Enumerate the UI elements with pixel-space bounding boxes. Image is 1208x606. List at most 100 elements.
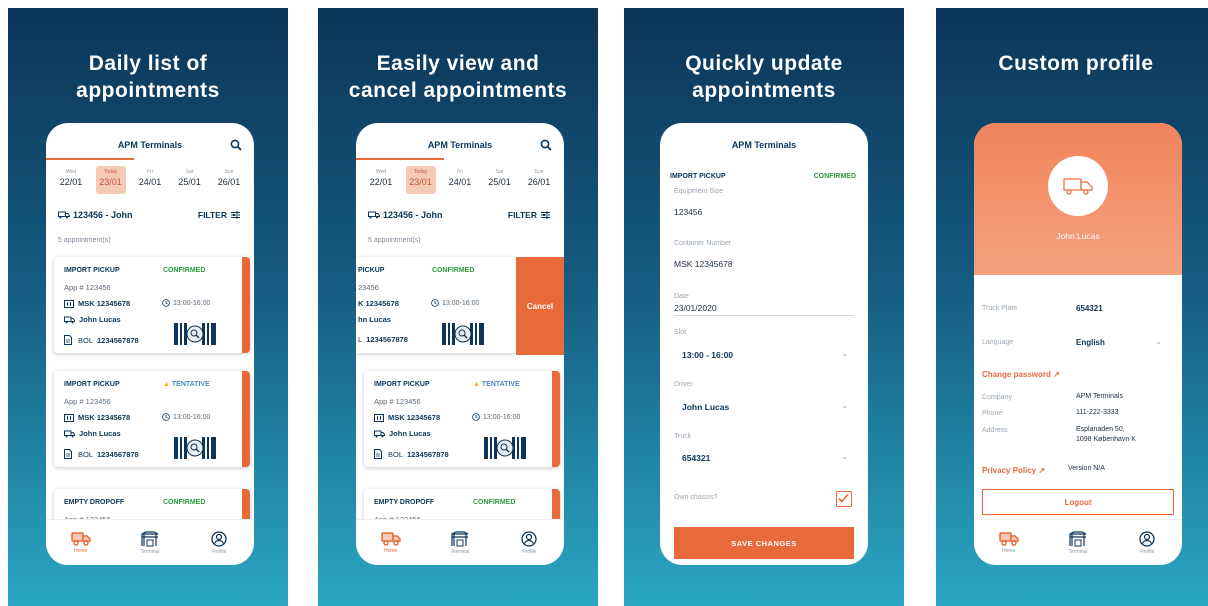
appointment-card[interactable]: IMPORT PICKUP ▲ TENTATIVE App # 123456 M… (364, 371, 560, 467)
nav-profile[interactable]: Profile (504, 530, 554, 555)
chevron-down-icon[interactable]: ⌄ (841, 349, 848, 358)
slot-select[interactable]: 13:00 - 16:00 (682, 350, 733, 360)
truck-icon (64, 316, 75, 323)
checkmark-icon (838, 493, 849, 503)
title-underline (46, 158, 134, 160)
day-item-today[interactable]: Today 23/01 (95, 166, 126, 194)
card-stripe (242, 371, 250, 467)
equipment-field[interactable]: 123456 (674, 207, 702, 217)
card-type: EMPTY DROPOFF (374, 499, 435, 506)
day-name: Wed (375, 169, 387, 175)
driver-selector[interactable]: 123456 - John (58, 210, 133, 220)
avatar (1048, 156, 1108, 216)
nav-terminal[interactable]: Terminal (435, 530, 485, 555)
bottom-nav: Home Terminal Profile (46, 519, 254, 565)
screenshot-collage: Daily list of appointments APM Terminals… (0, 0, 1208, 606)
truck-select[interactable]: 654321 (682, 453, 710, 463)
barcode-scan-icon[interactable] (442, 323, 484, 345)
crane-icon (451, 530, 469, 546)
day-item[interactable]: Sat 25/01 (485, 166, 515, 194)
day-item[interactable]: Fri 24/01 (135, 166, 165, 194)
headline-line: cancel appointments (348, 79, 568, 102)
truck-icon (1063, 178, 1093, 195)
day-name: Fri (457, 169, 463, 175)
chassis-checkbox[interactable] (836, 491, 852, 507)
save-changes-button[interactable]: SAVE CHANGES (674, 527, 854, 559)
external-link-icon: ↗ (1053, 370, 1060, 379)
search-icon[interactable] (230, 139, 242, 151)
nav-terminal[interactable]: Terminal (125, 530, 175, 555)
profile-icon (1139, 530, 1155, 547)
nav-label: Home (73, 548, 88, 554)
barcode-scan-icon[interactable] (174, 323, 216, 345)
day-date: 24/01 (138, 177, 162, 187)
profile-icon (521, 530, 537, 547)
time-slot: 13:00-16:00 (472, 413, 520, 421)
barcode-scan-icon[interactable] (484, 437, 526, 459)
date-field[interactable]: 23/01/2020 (674, 303, 717, 313)
chevron-down-icon[interactable]: ⌄ (841, 401, 848, 410)
day-date: 26/01 (527, 177, 551, 187)
appointment-card[interactable]: IMPORT PICKUP CONFIRMED App # 123456 MSK… (54, 257, 250, 353)
filter-button[interactable]: FILTER (508, 210, 550, 220)
nav-label: Home (383, 548, 398, 554)
barcode-scan-icon[interactable] (174, 437, 216, 459)
day-item[interactable]: Sun 26/01 (214, 166, 244, 194)
crane-icon (1069, 530, 1087, 546)
search-icon[interactable] (540, 139, 552, 151)
nav-profile[interactable]: Profile (1122, 530, 1172, 555)
appointment-count: 5 appointment(s) (368, 237, 421, 244)
appointment-card-swiped[interactable]: PICKUP CONFIRMED 23456 K 12345678 13:00-… (356, 257, 516, 353)
day-date: 23/01 (409, 177, 432, 187)
app-title: APM Terminals (117, 140, 183, 150)
bol-number: 1234567878 (97, 449, 139, 459)
day-date: 22/01 (369, 177, 393, 187)
truck-icon (368, 211, 380, 219)
change-password-link[interactable]: Change password ↗ (982, 370, 1060, 379)
day-item[interactable]: Sun 26/01 (524, 166, 554, 194)
truck-plate-label: Truck Plate (982, 305, 1018, 312)
chevron-down-icon[interactable]: ⌄ (1155, 337, 1162, 346)
nav-label: Terminal (1068, 548, 1088, 555)
language-select[interactable]: English (1076, 338, 1105, 347)
filter-label: FILTER (197, 210, 227, 220)
card-type: IMPORT PICKUP (64, 267, 120, 274)
nav-terminal[interactable]: Terminal (1053, 530, 1103, 555)
day-item-today[interactable]: Today 23/01 (405, 166, 436, 194)
logout-button[interactable]: Logout (982, 489, 1174, 515)
nav-home[interactable]: Home (56, 531, 106, 554)
container-row: MSK 12345678 (374, 413, 440, 422)
appointment-type: IMPORT PICKUP (670, 173, 726, 180)
nav-label: Terminal (450, 548, 470, 555)
status-badge: CONFIRMED (473, 499, 516, 506)
privacy-policy-link[interactable]: Privacy Policy ↗ (982, 466, 1045, 475)
day-name: Today (103, 169, 118, 175)
status-badge: ▲ TENTATIVE (163, 381, 210, 388)
day-item[interactable]: Wed 22/01 (56, 166, 86, 194)
headline-line: Daily list of (88, 52, 208, 75)
driver-select[interactable]: John Lucas (682, 402, 729, 412)
appointment-card[interactable]: IMPORT PICKUP ▲ TENTATIVE App # 123456 M… (54, 371, 250, 467)
container-icon (64, 413, 74, 422)
container-field[interactable]: MSK 12345678 (674, 259, 733, 269)
day-item[interactable]: Fri 24/01 (445, 166, 475, 194)
day-date: 24/01 (448, 177, 472, 187)
title-underline (356, 158, 444, 160)
driver-selector[interactable]: 123456 - John (368, 210, 443, 220)
field-underline (674, 315, 854, 316)
day-name: Fri (147, 169, 153, 175)
filter-button[interactable]: FILTER (198, 210, 240, 220)
clock-icon (472, 413, 480, 421)
day-item[interactable]: Sat 25/01 (175, 166, 205, 194)
truck-plate-value[interactable]: 654321 (1076, 304, 1103, 313)
chevron-down-icon[interactable]: ⌄ (841, 452, 848, 461)
headline: Easily view and cancel appointments (318, 50, 598, 104)
nav-profile[interactable]: Profile (194, 530, 244, 555)
headline-line: appointments (76, 79, 220, 102)
nav-home[interactable]: Home (984, 531, 1034, 554)
nav-home[interactable]: Home (366, 531, 416, 554)
truck-icon (64, 430, 75, 437)
cancel-button[interactable]: Cancel (516, 257, 564, 355)
day-item[interactable]: Wed 22/01 (366, 166, 396, 194)
status-badge: CONFIRMED (432, 267, 475, 274)
